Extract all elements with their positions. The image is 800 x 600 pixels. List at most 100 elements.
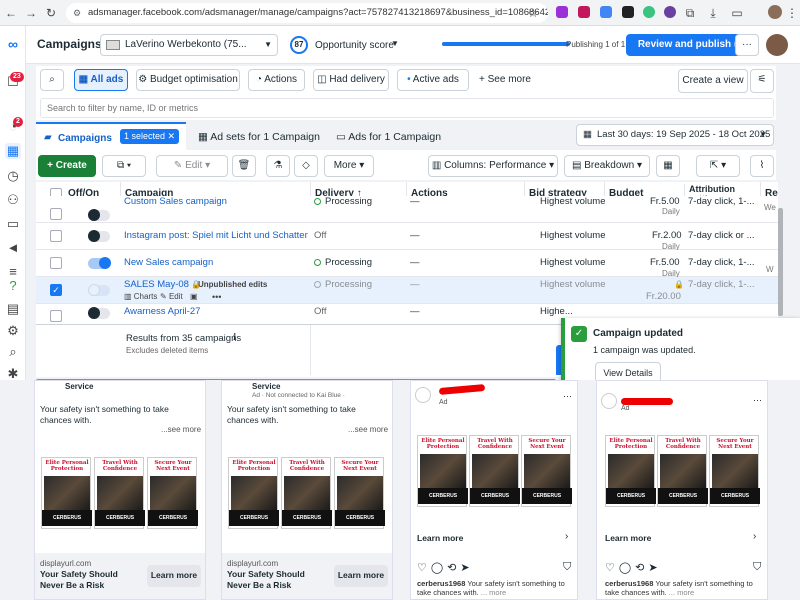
filter-active-ads[interactable]: • Active ads bbox=[397, 69, 469, 91]
info-icon[interactable]: ℹ bbox=[233, 332, 236, 343]
opportunity-score-badge[interactable]: 87 bbox=[290, 36, 308, 54]
attribution-value: 7-day click, 1-... bbox=[688, 196, 754, 207]
engagement-icons[interactable]: ♡◯⟲➤ bbox=[605, 561, 662, 574]
breakdown-selector[interactable]: ▤ Breakdown ▾ bbox=[564, 155, 650, 177]
filter-actions[interactable]: ◔ Actions bbox=[248, 69, 305, 91]
columns-selector[interactable]: ▥ Columns: Performance ▾ bbox=[428, 155, 558, 177]
download-icon[interactable]: ⤓ bbox=[706, 6, 720, 20]
audience-icon[interactable]: ⚇ bbox=[5, 192, 21, 208]
extension-icon[interactable] bbox=[622, 6, 634, 18]
ad-creative-panel: Secure Your Next Event CERBERUS bbox=[709, 435, 760, 507]
filter-budget-optimisation[interactable]: ⚙ Budget optimisation bbox=[136, 69, 240, 91]
extension-icon[interactable] bbox=[664, 6, 676, 18]
table-row[interactable]: Custom Sales campaign Processing — Highe… bbox=[36, 196, 778, 223]
more-icon[interactable]: ⋯ bbox=[563, 391, 572, 402]
tag-icon: ◇ bbox=[302, 160, 310, 171]
chevron-right-icon[interactable]: › bbox=[753, 531, 756, 542]
extensions-puzzle-icon[interactable]: ⧉ bbox=[683, 6, 697, 20]
selected-count-chip[interactable]: 1 selected ✕ bbox=[120, 129, 180, 144]
learn-more-link[interactable]: Learn more bbox=[417, 533, 463, 543]
filter-settings-button[interactable]: ⚟ bbox=[750, 69, 774, 93]
see-more-link[interactable]: + See more bbox=[479, 74, 531, 85]
campaign-name-link[interactable]: Custom Sales campaign bbox=[124, 190, 227, 217]
engagement-icons[interactable]: ♡◯⟲➤ bbox=[417, 561, 474, 574]
duplicate-button[interactable]: ⧉ ▾ bbox=[102, 155, 146, 177]
reload-icon[interactable]: ↻ bbox=[44, 6, 58, 20]
tab-ads[interactable]: ▭ Ads for 1 Campaign bbox=[336, 131, 441, 143]
campaign-name-link[interactable]: Awarness April-27 bbox=[124, 300, 200, 327]
bookmark-star-icon[interactable]: ☆ bbox=[526, 6, 540, 20]
bookmark-icon[interactable]: ⛉ bbox=[753, 561, 761, 574]
date-range-picker[interactable]: ▦ Last 30 days: 19 Sep 2025 - 18 Oct 202… bbox=[576, 124, 774, 146]
search-icon[interactable]: ⌕ bbox=[5, 344, 21, 360]
bookmark-icon[interactable]: ⛉ bbox=[563, 561, 571, 574]
settings-icon[interactable]: ⚙ bbox=[5, 323, 21, 339]
opportunity-score-label[interactable]: Opportunity score bbox=[315, 40, 394, 51]
edit-button[interactable]: ✎ Edit ▾ bbox=[156, 155, 228, 177]
row-checkbox[interactable] bbox=[50, 208, 62, 220]
more-icon[interactable]: ⋯ bbox=[753, 395, 762, 406]
delivery-status: Processing bbox=[314, 190, 372, 217]
campaign-toggle[interactable] bbox=[88, 230, 110, 242]
more-options-button[interactable]: ··· bbox=[735, 34, 759, 56]
extension-icon[interactable] bbox=[556, 6, 568, 18]
create-button[interactable]: + Create bbox=[38, 155, 96, 177]
learn-more-button[interactable]: Learn more bbox=[334, 565, 388, 587]
ad-account-selector[interactable]: LaVerino Werbekonto (75... ▼ bbox=[100, 34, 278, 56]
delete-button[interactable]: 🗑 bbox=[232, 155, 256, 177]
see-more-link[interactable]: ...see more bbox=[348, 425, 388, 434]
see-more-link[interactable]: ...see more bbox=[161, 425, 201, 434]
site-info-icon[interactable]: ⚙ bbox=[73, 3, 81, 23]
campaign-name-link[interactable]: Instagram post: Spiel mit Licht und Scha… bbox=[124, 224, 308, 251]
extension-icon[interactable] bbox=[643, 6, 655, 18]
vertical-scrollbar[interactable] bbox=[778, 208, 783, 316]
avatar[interactable] bbox=[766, 34, 788, 56]
search-input[interactable] bbox=[40, 98, 774, 118]
charts-toggle-button[interactable]: ⌇ bbox=[750, 155, 774, 177]
reports-button[interactable]: ▦ bbox=[656, 155, 680, 177]
campaign-toggle[interactable] bbox=[88, 257, 111, 269]
campaigns-grid-icon[interactable]: ▦ bbox=[5, 143, 21, 159]
row-checkbox[interactable]: ✓ bbox=[50, 284, 62, 296]
menu-icon[interactable]: ⋮ bbox=[785, 6, 799, 20]
campaign-toggle[interactable] bbox=[88, 284, 110, 296]
test-button[interactable]: ⚗ bbox=[266, 155, 290, 177]
chevron-right-icon[interactable]: › bbox=[565, 531, 568, 542]
toast-body: 1 campaign was updated. bbox=[593, 345, 696, 355]
tag-button[interactable]: ◇ bbox=[294, 155, 318, 177]
tab-campaigns[interactable]: ▰ Campaigns 1 selected ✕ bbox=[36, 122, 186, 150]
meta-logo-icon[interactable]: ∞ bbox=[5, 36, 21, 52]
row-checkbox[interactable] bbox=[50, 257, 62, 269]
row-checkbox[interactable] bbox=[50, 310, 62, 322]
sidebar-icon[interactable]: ▭ bbox=[730, 6, 744, 20]
flask-icon: ⚗ bbox=[273, 160, 283, 171]
row-checkbox[interactable] bbox=[50, 230, 62, 242]
extension-icon[interactable] bbox=[578, 6, 590, 18]
megaphone-icon[interactable]: ◄ bbox=[5, 240, 21, 256]
learn-more-link[interactable]: Learn more bbox=[605, 533, 651, 543]
translate-icon[interactable] bbox=[600, 6, 612, 18]
filter-all-ads[interactable]: ▦ All ads bbox=[74, 69, 128, 91]
help-icon[interactable]: ? bbox=[5, 278, 21, 294]
history-icon[interactable]: ◷ bbox=[5, 168, 21, 184]
tab-ad-sets[interactable]: ▦ Ad sets for 1 Campaign bbox=[198, 131, 320, 143]
export-icon: ⇱ ▾ bbox=[709, 160, 727, 171]
filter-had-delivery[interactable]: ◫ Had delivery bbox=[313, 69, 389, 91]
profile-avatar[interactable] bbox=[768, 5, 782, 19]
create-view-button[interactable]: Create a view bbox=[678, 69, 748, 93]
address-bar[interactable]: ⚙ adsmanager.facebook.com/adsmanager/man… bbox=[66, 3, 548, 23]
forward-icon[interactable]: → bbox=[24, 6, 38, 20]
chevron-down-icon[interactable]: ▼ bbox=[391, 39, 399, 48]
campaign-toggle[interactable] bbox=[88, 307, 110, 319]
search-button[interactable]: ⌕ bbox=[40, 69, 64, 91]
back-icon[interactable]: ← bbox=[4, 6, 18, 20]
learn-more-button[interactable]: Learn more bbox=[147, 565, 201, 587]
delivery-status: Off bbox=[314, 230, 327, 241]
close-icon[interactable]: ✕ bbox=[168, 131, 176, 141]
report-icon[interactable]: ▤ bbox=[5, 301, 21, 317]
export-button[interactable]: ⇱ ▾ bbox=[696, 155, 740, 177]
table-row[interactable]: Instagram post: Spiel mit Licht und Scha… bbox=[36, 223, 778, 251]
more-button[interactable]: More ▾ bbox=[324, 155, 374, 177]
billing-icon[interactable]: ▭ bbox=[5, 216, 21, 232]
campaign-toggle[interactable] bbox=[88, 209, 110, 221]
